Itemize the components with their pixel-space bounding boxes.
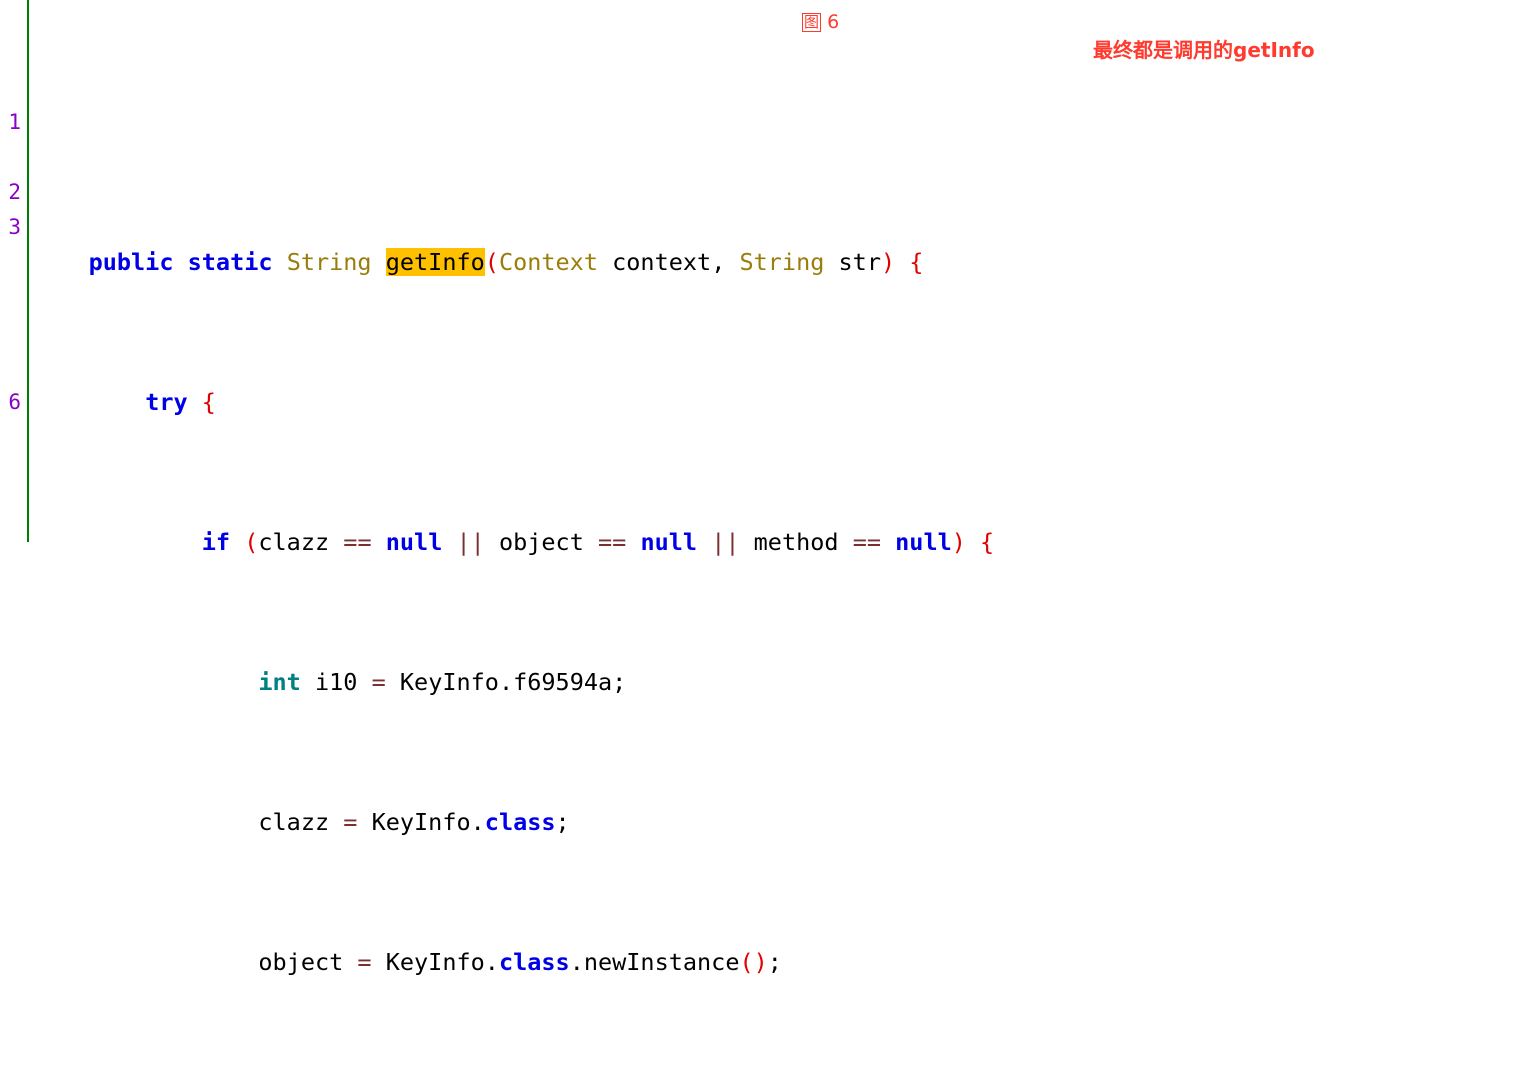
code-line-null-check[interactable]: if (clazz == null || object == null || m… (32, 525, 1515, 560)
line-number-2: 2 (8, 180, 21, 204)
token-if: if (201, 528, 231, 556)
line-number-gutter: 1 2 3 6 (0, 0, 29, 542)
token-int: int (258, 668, 301, 696)
line-number-3: 3 (8, 215, 21, 239)
line-number-6: 6 (8, 390, 21, 414)
token-try: try (145, 388, 188, 416)
callout-annotation-text: 最终都是调用的getInfo (1093, 38, 1315, 62)
figure-label-glyph: 图 (802, 13, 822, 32)
token-param-context: context (612, 248, 712, 276)
token-type-context: Context (498, 248, 598, 276)
figure-label-annotation: 图 6 (802, 11, 839, 33)
code-line-try[interactable]: try { (32, 385, 1515, 420)
token-type-string: String (286, 248, 372, 276)
token-keyinfo-1: KeyInfo (399, 668, 499, 696)
code-content[interactable]: public static String getInfo(Context con… (32, 0, 1515, 976)
token-static: static (187, 248, 273, 276)
code-line-int-i10[interactable]: int i10 = KeyInfo.f69594a; (32, 665, 1515, 700)
gutter-divider-line (27, 0, 29, 542)
token-clazz-2: clazz (258, 808, 330, 836)
token-f69594a: f69594a (513, 668, 613, 696)
token-object-2: object (258, 948, 344, 976)
token-keyinfo-3: KeyInfo (385, 948, 485, 976)
token-null-1: null (385, 528, 443, 556)
token-type-string-2: String (739, 248, 825, 276)
token-newinstance: newInstance (583, 948, 740, 976)
figure-label-number: 6 (827, 11, 840, 33)
line-number-1: 1 (8, 110, 21, 134)
highlight-getinfo-declaration[interactable]: getInfo (385, 248, 485, 276)
token-i10: i10 (314, 668, 358, 696)
token-null-2: null (640, 528, 698, 556)
token-method: method (753, 528, 839, 556)
token-public: public (88, 248, 174, 276)
code-line-method-signature[interactable]: public static String getInfo(Context con… (32, 245, 1515, 280)
token-keyinfo-2: KeyInfo (371, 808, 471, 836)
token-param-str: str (838, 248, 881, 276)
token-null-3: null (895, 528, 952, 556)
token-class-2: class (498, 948, 570, 976)
code-line-clazz-assign[interactable]: clazz = KeyInfo.class; (32, 805, 1515, 840)
code-editor[interactable]: 1 2 3 6 public static String getInfo(Con… (0, 0, 1515, 976)
token-object: object (498, 528, 584, 556)
code-line-object-assign[interactable]: object = KeyInfo.class.newInstance(); (32, 945, 1515, 980)
token-class-1: class (484, 808, 556, 836)
token-clazz: clazz (258, 528, 330, 556)
